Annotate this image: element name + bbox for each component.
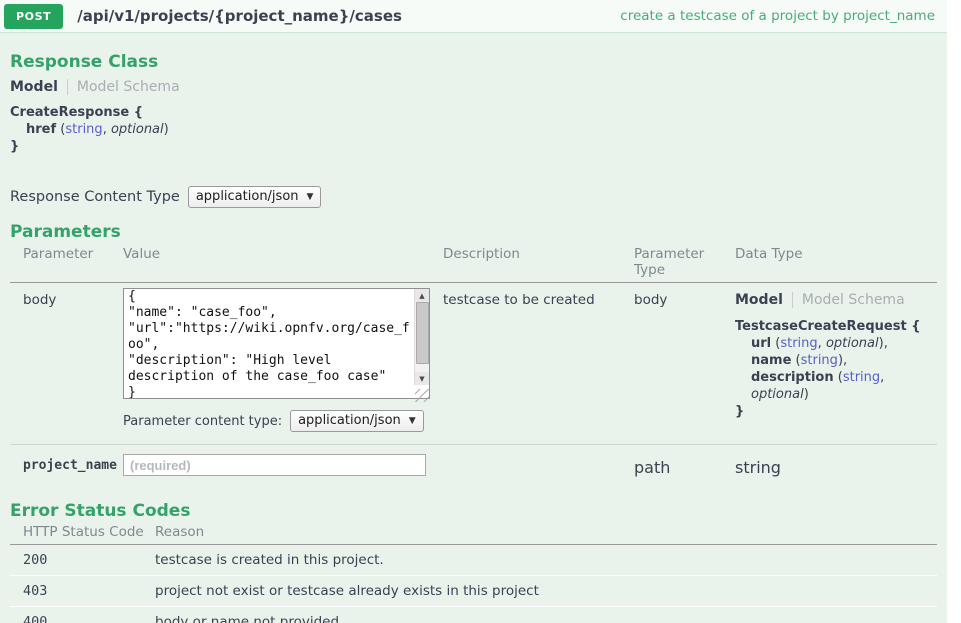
error-codes-table: HTTP Status Code Reason 200 testcase is … [10, 524, 937, 623]
param-datatype-project-name: string [735, 454, 937, 477]
status-code: 403 [10, 576, 155, 606]
model-close: } [10, 138, 947, 155]
response-class-tabs: Model Model Schema [10, 79, 947, 95]
param-name-body: body [10, 288, 123, 432]
model-property: description (string, optional) [735, 369, 937, 403]
tab-divider [792, 292, 793, 308]
model-property: name (string), [735, 352, 937, 369]
model-open: CreateResponse { [10, 104, 947, 121]
error-row: 200 testcase is created in this project. [10, 545, 937, 576]
parameters-table: Parameter Value Description Parameter Ty… [10, 246, 937, 488]
response-class-heading: Response Class [10, 52, 947, 72]
col-description: Description [443, 246, 634, 278]
resize-grip-icon[interactable] [415, 389, 429, 402]
tab-model[interactable]: Model [735, 292, 783, 308]
response-model-signature: CreateResponse { href (string, optional)… [10, 104, 947, 155]
error-row: 403 project not exist or testcase alread… [10, 576, 937, 607]
parameters-heading: Parameters [10, 222, 947, 242]
col-reason: Reason [155, 524, 937, 540]
tab-model-schema[interactable]: Model Schema [802, 292, 905, 308]
param-row-project-name: project_name path string [10, 445, 937, 488]
model-property: href (string, optional) [10, 121, 947, 138]
project-name-input[interactable] [123, 454, 426, 476]
model-property: url (string, optional), [735, 335, 937, 352]
model-close: } [735, 403, 937, 420]
status-reason: body or name not provided [155, 607, 937, 623]
chevron-down-icon: ▼ [307, 192, 314, 202]
response-content-type-label: Response Content Type [10, 189, 180, 205]
param-type-project-name: path [634, 454, 735, 477]
operation-header[interactable]: POST /api/v1/projects/{project_name}/cas… [0, 0, 947, 33]
error-status-codes-heading: Error Status Codes [10, 501, 947, 521]
parameter-content-type-select[interactable]: application/json ▼ [290, 410, 424, 432]
col-parameter: Parameter [10, 246, 123, 278]
chevron-down-icon: ▼ [409, 416, 416, 426]
operation-summary-link[interactable]: create a testcase of a project by projec… [620, 8, 935, 24]
type-link[interactable]: string [801, 353, 838, 368]
endpoint-path-link[interactable]: /api/v1/projects/{project_name}/cases [77, 7, 402, 25]
body-textarea-wrap: { "name": "case_foo", "url":"https://wik… [123, 288, 430, 403]
status-code: 400 [10, 607, 155, 623]
param-description-body: testcase to be created [443, 288, 634, 432]
error-row: 400 body or name not provided [10, 607, 937, 623]
param-description-project-name [443, 454, 634, 477]
tab-divider [67, 79, 68, 95]
param-value-cell: { "name": "case_foo", "url":"https://wik… [123, 288, 443, 432]
datatype-tabs: Model Model Schema [735, 288, 937, 308]
body-value-textarea[interactable]: { "name": "case_foo", "url":"https://wik… [123, 288, 430, 399]
tab-model[interactable]: Model [10, 79, 58, 95]
col-data-type: Data Type [735, 246, 937, 278]
type-link[interactable]: string [780, 336, 817, 351]
operation-panel: POST /api/v1/projects/{project_name}/cas… [0, 0, 947, 623]
param-datatype-body: Model Model Schema TestcaseCreateRequest… [735, 288, 937, 432]
param-row-body: body { "name": "case_foo", "url":"https:… [10, 283, 937, 445]
status-reason: project not exist or testcase already ex… [155, 576, 937, 606]
parameter-content-type-label: Parameter content type: [123, 414, 282, 429]
param-value-cell [123, 454, 443, 477]
parameters-table-header: Parameter Value Description Parameter Ty… [10, 246, 937, 283]
col-value: Value [123, 246, 443, 278]
col-http-status-code: HTTP Status Code [10, 524, 155, 540]
response-content-type-row: Response Content Type application/json ▼ [10, 186, 947, 208]
parameter-content-type-row: Parameter content type: application/json… [123, 410, 443, 432]
error-table-header: HTTP Status Code Reason [10, 524, 937, 545]
model-open: TestcaseCreateRequest { [735, 318, 937, 335]
param-name-project-name: project_name [10, 454, 123, 477]
response-content-type-select[interactable]: application/json ▼ [188, 186, 322, 208]
col-parameter-type: Parameter Type [634, 246, 735, 278]
tab-model-schema[interactable]: Model Schema [77, 79, 180, 95]
status-code: 200 [10, 545, 155, 575]
type-link[interactable]: string [65, 122, 102, 137]
http-method-badge: POST [4, 4, 63, 29]
param-type-body: body [634, 288, 735, 432]
request-model-signature: TestcaseCreateRequest { url (string, opt… [735, 318, 937, 420]
status-reason: testcase is created in this project. [155, 545, 937, 575]
type-link[interactable]: string [843, 370, 880, 385]
